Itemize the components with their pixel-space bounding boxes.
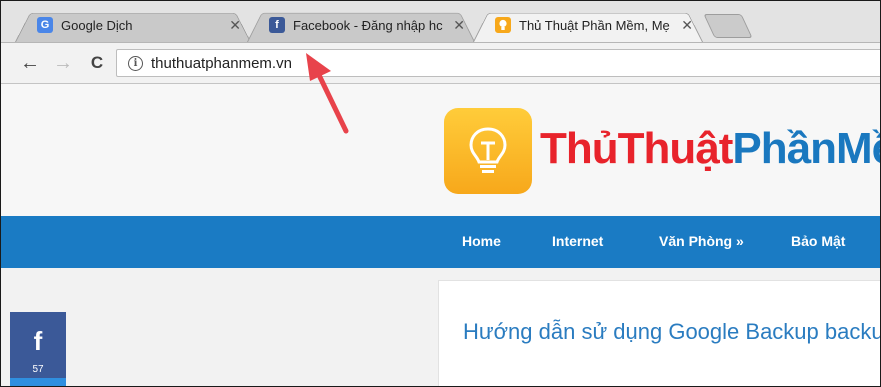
- url-text[interactable]: thuthuatphanmem.vn: [151, 55, 292, 72]
- close-icon[interactable]: ✕: [229, 17, 241, 34]
- article-card: Hướng dẫn sử dụng Google Backup backup d…: [438, 280, 880, 386]
- browser-toolbar: ← → C i thuthuatphanmem.vn: [1, 43, 880, 84]
- share-count: 57: [32, 364, 44, 375]
- web-page: ThủThuậtPhầnMềm Home Internet Văn Phòng …: [1, 84, 880, 386]
- article-title[interactable]: Hướng dẫn sử dụng Google Backup backup d…: [463, 317, 880, 347]
- nav-item-van-phong[interactable]: Văn Phòng »: [659, 233, 744, 249]
- lightbulb-icon: [469, 127, 507, 173]
- forward-button[interactable]: →: [51, 51, 75, 75]
- share-strip: [10, 378, 66, 386]
- tab-title: Facebook - Đăng nhập hc: [293, 17, 443, 33]
- new-tab-button[interactable]: [703, 14, 753, 38]
- address-bar[interactable]: i thuthuatphanmem.vn: [116, 49, 880, 77]
- logo-word: Thủ: [540, 124, 619, 173]
- info-icon[interactable]: i: [128, 55, 143, 71]
- close-icon[interactable]: ✕: [681, 17, 693, 34]
- lightbulb-icon: [495, 17, 511, 33]
- tab-title: Thủ Thuật Phần Mềm, Mẹ: [519, 17, 670, 33]
- facebook-icon: f: [269, 17, 285, 33]
- tab-title: Google Dịch: [61, 17, 133, 33]
- facebook-share-button[interactable]: f 57: [10, 312, 66, 386]
- reload-button[interactable]: C: [85, 51, 109, 75]
- facebook-icon: f: [33, 326, 43, 356]
- screenshot-frame: G Google Dịch ✕ f Facebook - Đăng nhập h…: [0, 0, 881, 387]
- site-navbar: Home Internet Văn Phòng » Bảo Mật: [1, 216, 880, 268]
- tab-facebook[interactable]: f Facebook - Đăng nhập hc ✕: [247, 8, 475, 42]
- google-translate-icon: G: [37, 17, 53, 33]
- content-area: Hướng dẫn sử dụng Google Backup backup d…: [1, 268, 880, 386]
- back-button[interactable]: ←: [18, 51, 42, 75]
- site-logo-icon[interactable]: [444, 108, 532, 194]
- nav-item-internet[interactable]: Internet: [552, 233, 603, 249]
- tab-thuthuatphanmem[interactable]: Thủ Thuật Phần Mềm, Mẹ ✕: [473, 8, 703, 42]
- nav-item-bao-mat[interactable]: Bảo Mật: [791, 233, 845, 249]
- site-header: ThủThuậtPhầnMềm: [1, 84, 880, 216]
- logo-word: Mềm: [835, 124, 880, 173]
- site-logo-text[interactable]: ThủThuậtPhầnMềm: [540, 124, 880, 174]
- tab-strip: G Google Dịch ✕ f Facebook - Đăng nhập h…: [1, 1, 880, 43]
- logo-word: Phần: [732, 124, 837, 173]
- nav-item-home[interactable]: Home: [462, 233, 501, 249]
- close-icon[interactable]: ✕: [453, 17, 465, 34]
- logo-word: Thuật: [617, 124, 734, 173]
- tab-google-dich[interactable]: G Google Dịch ✕: [15, 8, 251, 42]
